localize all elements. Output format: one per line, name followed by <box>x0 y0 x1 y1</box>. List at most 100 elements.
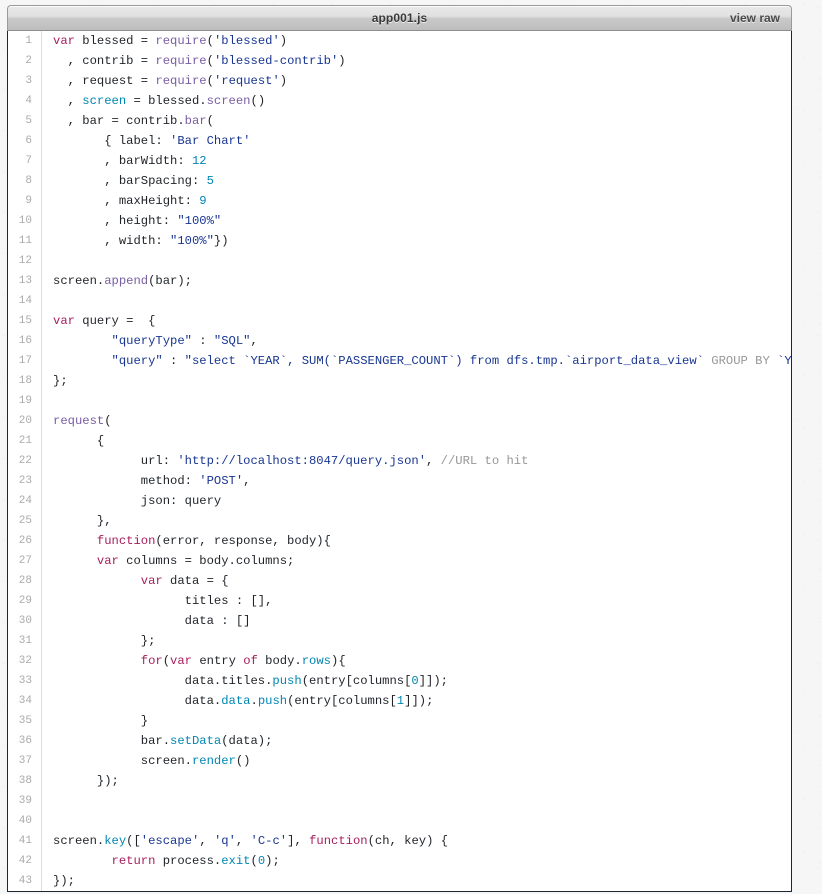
line-number: 7 <box>25 155 32 167</box>
code-token: process. <box>155 854 222 868</box>
code-token: () <box>250 94 266 108</box>
code-token: render <box>191 754 236 768</box>
code-token: }) <box>213 234 229 248</box>
code-line: data : [] <box>42 611 791 631</box>
code-token: 'Bar Chart' <box>170 134 251 148</box>
code-token: ], <box>287 834 310 848</box>
line-number: 42 <box>18 855 32 867</box>
code-token: data. <box>53 694 222 708</box>
code-token: 'http://localhost:8047/query.json' <box>177 454 427 468</box>
code-line: , maxHeight: 9 <box>42 191 791 211</box>
line-number: 22 <box>18 455 32 467</box>
line-number: 3 <box>25 75 32 87</box>
code-token: method: <box>53 474 200 488</box>
line-number: 36 <box>18 735 32 747</box>
code-token: push <box>272 674 302 688</box>
code-line: }, <box>42 511 791 531</box>
code-line: var query = { <box>42 311 791 331</box>
line-number: 25 <box>18 515 32 527</box>
line-number: 12 <box>18 255 32 267</box>
code-token: ]]); <box>404 694 434 708</box>
code-line: }; <box>42 631 791 651</box>
code-token: , <box>53 94 83 108</box>
code-token: setData <box>170 734 222 748</box>
line-number: 2 <box>25 55 32 67</box>
line-number: 34 <box>18 695 32 707</box>
code-token: return <box>111 854 156 868</box>
code-token: of <box>243 654 258 668</box>
code-token: var <box>170 654 192 668</box>
code-token: , barSpacing: <box>53 174 207 188</box>
view-raw-link[interactable]: view raw <box>730 6 780 31</box>
line-number: 6 <box>25 135 32 147</box>
code-line: }; <box>42 371 791 391</box>
code-token: function <box>309 834 368 848</box>
gist-code-body: 1 2 3 4 5 6 7 8 9 10 11 12 13 14 15 16 17 18 19 20 21 22 23 24 2… <box>7 31 792 892</box>
code-token: var <box>140 574 163 588</box>
line-number: 20 <box>18 415 32 427</box>
code-token: columns = body.columns; <box>118 554 295 568</box>
code-token: data <box>221 694 251 708</box>
line-number: 8 <box>25 175 32 187</box>
code-token: ( <box>206 74 214 88</box>
code-token: 'q' <box>213 834 236 848</box>
code-token: { label: <box>53 134 171 148</box>
line-number: 14 <box>18 295 32 307</box>
code-line: , screen = blessed.screen() <box>42 91 791 111</box>
code-lines[interactable]: var blessed = require('blessed') , contr… <box>42 31 792 891</box>
code-token: ) <box>338 54 346 68</box>
code-token: , contrib = <box>53 54 156 68</box>
code-line: for(var entry of body.rows){ <box>42 651 791 671</box>
code-token: : <box>191 334 214 348</box>
code-token: , height: <box>53 214 178 228</box>
line-number: 13 <box>18 275 32 287</box>
line-number: 9 <box>25 195 32 207</box>
code-token: (bar); <box>148 274 192 288</box>
line-number: 43 <box>18 875 32 887</box>
line-number: 33 <box>18 675 32 687</box>
line-number: 19 <box>18 395 32 407</box>
code-line: request( <box>42 411 791 431</box>
code-token: , <box>235 834 251 848</box>
code-token: "queryType" <box>111 334 192 348</box>
line-number-gutter: 1 2 3 4 5 6 7 8 9 10 11 12 13 14 15 16 17 18 19 20 21 22 23 24 2… <box>8 31 42 891</box>
code-token: data.titles. <box>53 674 273 688</box>
code-token: var <box>53 34 75 48</box>
code-token: 0 <box>411 674 419 688</box>
code-token: 'escape' <box>140 834 200 848</box>
code-token: `YEAR`" <box>777 354 792 368</box>
code-token: (data); <box>221 734 273 748</box>
code-token: for <box>140 654 163 668</box>
code-token: 12 <box>191 154 207 168</box>
code-token: screen. <box>53 754 192 768</box>
code-token: }; <box>53 634 156 648</box>
code-line: , barWidth: 12 <box>42 151 791 171</box>
code-token: var <box>96 554 119 568</box>
code-token: 'POST' <box>199 474 244 488</box>
code-line: }); <box>42 771 791 791</box>
code-token: data : [] <box>53 614 251 628</box>
code-token: ) <box>279 74 288 88</box>
code-line: , height: "100%" <box>42 211 791 231</box>
code-token: 'blessed' <box>213 34 280 48</box>
code-token: 'request' <box>213 74 280 88</box>
code-token: (entry[columns[ <box>287 694 397 708</box>
code-token: rows <box>301 654 331 668</box>
code-token: function <box>96 534 156 548</box>
code-token: (entry[columns[ <box>301 674 412 688</box>
line-number: 38 <box>18 775 32 787</box>
code-token: bar. <box>53 734 171 748</box>
code-token: titles : [], <box>53 594 273 608</box>
code-token: screen. <box>53 834 105 848</box>
line-number: 4 <box>25 95 32 107</box>
code-token: blessed = <box>74 34 156 48</box>
gist-filename: app001.js <box>371 11 428 25</box>
line-number: 27 <box>18 555 32 567</box>
